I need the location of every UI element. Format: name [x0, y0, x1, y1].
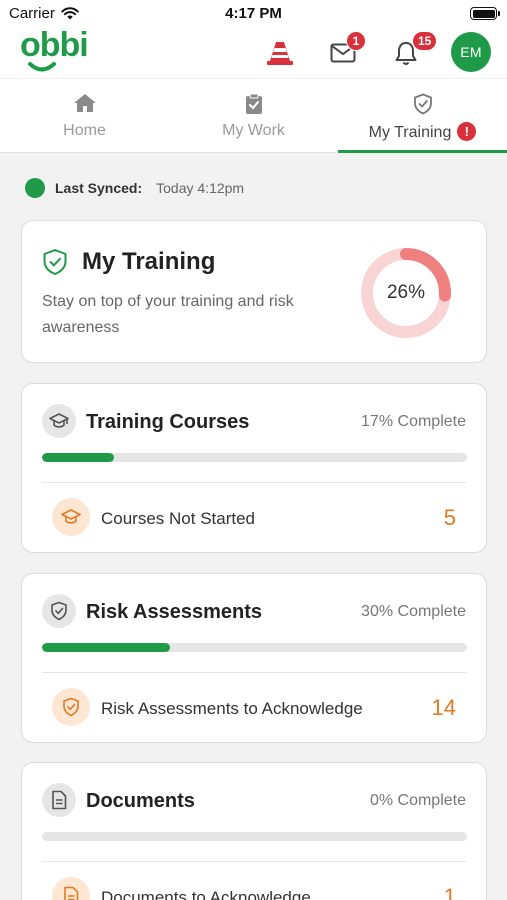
- battery-icon: [470, 7, 500, 20]
- sync-status: Last Synced: Today 4:12pm: [25, 178, 244, 198]
- card-description: Stay on top of your training and risk aw…: [42, 293, 294, 336]
- logo-wordmark: obbi: [20, 26, 88, 64]
- active-tab-indicator: [338, 150, 507, 153]
- traffic-cone-icon: [267, 42, 293, 65]
- documents-card[interactable]: Documents 0% Complete Documents to Ackno…: [21, 762, 487, 900]
- document-icon: [64, 886, 79, 900]
- progress-bar: [42, 453, 467, 462]
- graduation-cap-icon: [49, 413, 69, 428]
- tab-home[interactable]: Home: [0, 79, 169, 153]
- training-summary-card: My Training Stay on top of your training…: [21, 220, 487, 363]
- divider: [42, 482, 467, 483]
- row-count: 14: [431, 695, 456, 720]
- tab-my-training-label: My Training: [368, 124, 452, 141]
- row-count: 5: [443, 505, 456, 530]
- messages-badge: 1: [346, 31, 366, 51]
- row-icon: [52, 688, 90, 726]
- notifications-badge: 15: [412, 31, 438, 51]
- tab-my-work-label: My Work: [222, 122, 285, 139]
- tab-bar: Home My Work My Training!: [0, 78, 507, 153]
- row-count: 1: [443, 884, 456, 900]
- logo-mark: obbi: [20, 26, 89, 72]
- section-icon: [42, 594, 76, 628]
- row-label[interactable]: Risk Assessments to Acknowledge: [101, 699, 363, 719]
- clock: 4:17 PM: [225, 5, 282, 22]
- graduation-cap-icon: [61, 509, 81, 524]
- section-icon: [42, 783, 76, 817]
- divider: [42, 672, 467, 673]
- shield-check-icon: [413, 93, 432, 115]
- alert-icon: !: [457, 122, 477, 141]
- progress-bar: [42, 643, 467, 652]
- status-bar: Carrier 4:17 PM: [0, 0, 507, 26]
- progress-percent: 26%: [386, 282, 426, 303]
- card-title: My Training: [82, 248, 216, 275]
- sync-status-dot: [25, 178, 45, 198]
- section-icon: [42, 404, 76, 438]
- tab-home-label: Home: [63, 122, 106, 139]
- progress-fill: [42, 643, 170, 652]
- section-title: Risk Assessments: [86, 601, 263, 623]
- row-label[interactable]: Courses Not Started: [101, 509, 255, 529]
- risk-assessments-card[interactable]: Risk Assessments 30% Complete Risk Asses…: [21, 573, 487, 743]
- section-percent: 0% Complete: [369, 792, 466, 809]
- training-courses-card[interactable]: Training Courses 17% Complete Courses No…: [21, 383, 487, 553]
- shield-check-icon: [43, 249, 67, 275]
- tab-my-training-label-row: My Training!: [338, 122, 507, 142]
- document-icon: [52, 790, 67, 810]
- app-header: obbi 1 15 EM: [0, 26, 507, 78]
- section-percent: 30% Complete: [361, 603, 466, 620]
- tab-my-work[interactable]: My Work: [169, 79, 338, 153]
- row-icon: [52, 498, 90, 536]
- clipboard-check-icon: [245, 93, 262, 114]
- home-icon: [73, 94, 96, 112]
- tab-my-training[interactable]: My Training!: [338, 79, 507, 153]
- shield-check-icon: [63, 697, 79, 717]
- section-percent: 17% Complete: [361, 413, 466, 430]
- row-icon: [52, 877, 90, 900]
- section-title: Documents: [86, 790, 195, 812]
- row-label[interactable]: Documents to Acknowledge: [101, 888, 311, 900]
- obbi-logo[interactable]: obbi: [20, 26, 104, 81]
- user-avatar[interactable]: EM: [451, 32, 491, 72]
- section-title: Training Courses: [86, 411, 250, 433]
- cone-button[interactable]: [263, 36, 297, 70]
- divider: [42, 861, 467, 862]
- progress-bar: [42, 832, 467, 841]
- progress-fill: [42, 453, 115, 462]
- shield-check-icon: [51, 601, 67, 621]
- sync-time: Today 4:12pm: [156, 180, 245, 196]
- sync-label: Last Synced:: [55, 180, 143, 196]
